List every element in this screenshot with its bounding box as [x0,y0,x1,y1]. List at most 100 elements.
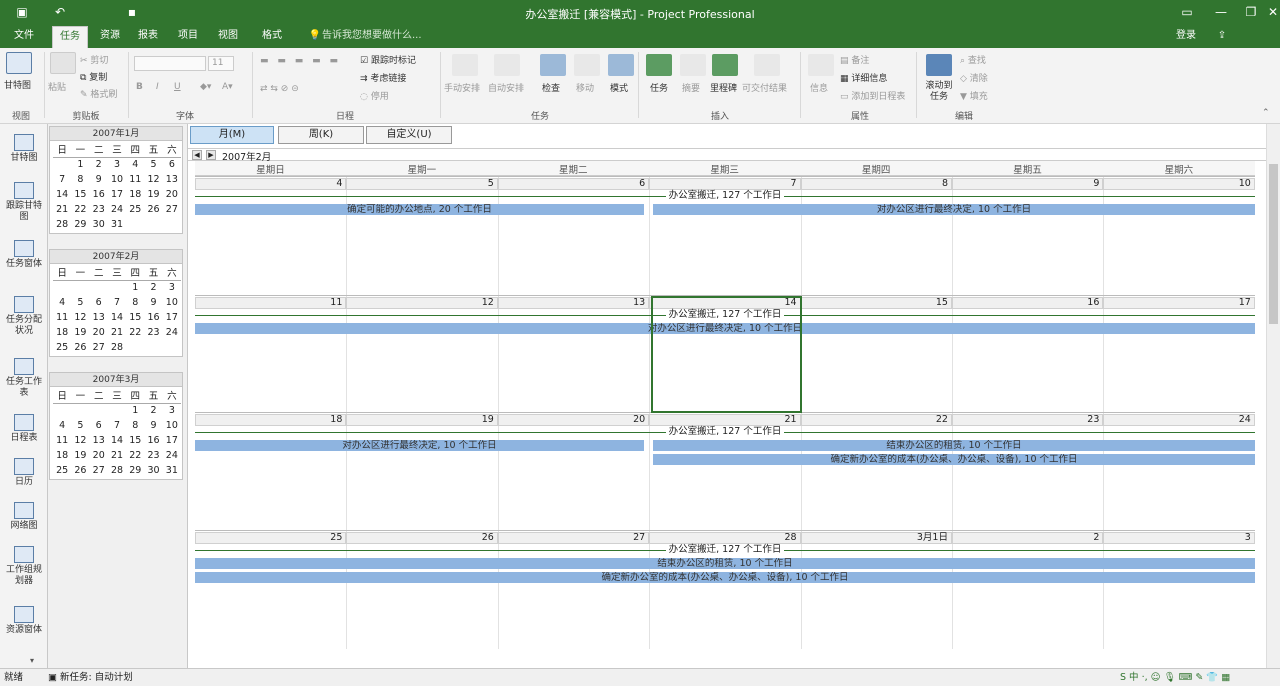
share-icon[interactable]: ⇪ [1212,26,1232,48]
date-cell[interactable]: 6 [497,178,650,190]
day-cell[interactable]: 16 [144,433,162,448]
day-cell[interactable]: 20 [90,448,108,463]
day-cell[interactable]: 18 [53,325,71,340]
day-cell[interactable]: 8 [126,295,144,310]
day-cell[interactable]: 13 [90,310,108,325]
date-cell[interactable]: 27 [497,532,650,544]
day-cell[interactable]: 7 [108,295,126,310]
day-cell[interactable]: 15 [126,310,144,325]
view-team-planner[interactable]: 工作组规划器 [4,546,44,587]
paste-icon[interactable] [50,52,76,74]
date-cell[interactable]: 25 [195,532,347,544]
day-cell[interactable]: 28 [108,340,126,355]
day-cell[interactable]: 6 [90,418,108,433]
task-bar[interactable]: 对办公区进行最终决定, 10 个工作日 [195,440,644,451]
day-cell[interactable]: 16 [144,310,162,325]
day-cell[interactable]: 20 [163,187,181,202]
date-cell[interactable]: 12 [346,297,498,309]
day-cell[interactable]: 13 [90,433,108,448]
task-bar[interactable]: 确定可能的办公地点, 20 个工作日 [195,204,644,215]
tab-project[interactable]: 项目 [170,26,206,48]
day-cell[interactable]: 23 [90,202,108,217]
percent-complete-icons[interactable]: ▬ ▬ ▬ ▬ ▬ [260,56,341,66]
date-cell[interactable]: 4 [195,178,347,190]
day-cell[interactable]: 29 [126,463,144,478]
sign-in-link[interactable]: 登录 [1166,26,1206,48]
date-cell[interactable]: 16 [952,297,1104,309]
details-button[interactable]: ▦ 详细信息 [840,71,887,84]
move-button[interactable]: 移动 [576,81,594,94]
date-cell[interactable]: 7 [649,178,801,190]
auto-schedule-icon[interactable] [494,54,520,76]
date-cell[interactable]: 2 [952,532,1104,544]
day-cell[interactable]: 15 [71,187,89,202]
view-resource-form[interactable]: 资源窗体 [4,606,44,636]
week-view-button[interactable]: 周(K) [278,126,364,144]
date-cell[interactable]: 26 [346,532,498,544]
day-cell[interactable]: 3 [163,280,181,295]
day-cell[interactable]: 29 [71,217,89,232]
day-cell[interactable]: 2 [90,157,108,172]
day-cell[interactable]: 7 [53,172,71,187]
tab-task[interactable]: 任务 [52,26,88,48]
day-cell[interactable]: 24 [163,448,181,463]
day-cell[interactable]: 10 [163,295,181,310]
day-cell[interactable]: 4 [126,157,144,172]
day-cell[interactable]: 11 [53,310,71,325]
day-cell[interactable]: 24 [163,325,181,340]
day-cell[interactable]: 31 [163,463,181,478]
day-cell[interactable]: 25 [53,340,71,355]
day-cell[interactable]: 18 [53,448,71,463]
find-button[interactable]: ⌕ 查找 [960,53,986,66]
tab-format[interactable]: 格式 [254,26,290,48]
input-method-icon[interactable]: S 中 ·, ☺ 🎙 ⌨ ✎ 👕 ▦ [1120,669,1230,686]
view-calendar[interactable]: 日历 [4,458,44,488]
tab-resource[interactable]: 资源 [92,26,128,48]
new-task-mode[interactable]: 新任务: 自动计划 [60,669,133,686]
day-cell[interactable]: 22 [126,325,144,340]
ribbon-options-icon[interactable]: ▭ [1172,2,1202,22]
inactivate-button[interactable]: ◌ 停用 [360,89,389,102]
day-cell[interactable]: 13 [163,172,181,187]
day-cell[interactable]: 26 [71,463,89,478]
paste-button[interactable]: 粘贴 [48,80,66,93]
view-tracking-gantt[interactable]: 跟踪甘特图 [4,182,44,223]
font-name-box[interactable] [134,56,206,71]
selected-day[interactable] [651,296,802,413]
inspect-icon[interactable] [540,54,566,76]
day-cell[interactable]: 26 [71,340,89,355]
day-cell[interactable]: 21 [108,448,126,463]
scroll-thumb[interactable] [1269,164,1278,324]
day-cell[interactable]: 25 [126,202,144,217]
day-cell[interactable]: 15 [126,433,144,448]
day-cell[interactable]: 19 [71,325,89,340]
date-cell[interactable]: 15 [800,297,952,309]
day-cell[interactable]: 2 [144,280,162,295]
day-cell[interactable]: 9 [90,172,108,187]
move-icon[interactable] [574,54,600,76]
deliverable-icon[interactable] [754,54,780,76]
auto-schedule-button[interactable]: 自动安排 [488,81,524,94]
day-cell[interactable]: 21 [108,325,126,340]
highlight-icon[interactable]: ◆▾ [200,82,211,92]
scroll-to-task-button[interactable]: 滚动到任务 [922,81,956,103]
fill-button[interactable]: ▼ 填充 [960,89,988,102]
day-cell[interactable]: 20 [90,325,108,340]
day-cell[interactable]: 8 [71,172,89,187]
date-cell[interactable]: 20 [497,414,650,426]
summary-button[interactable]: 摘要 [682,81,700,94]
day-cell[interactable]: 27 [163,202,181,217]
task-insert-button[interactable]: 任务 [650,81,668,94]
day-cell[interactable]: 28 [108,463,126,478]
day-cell[interactable]: 17 [163,310,181,325]
clear-button[interactable]: ◇ 清除 [960,71,988,84]
day-cell[interactable]: 14 [108,433,126,448]
inspect-button[interactable]: 检查 [542,81,560,94]
day-cell[interactable]: 16 [90,187,108,202]
day-cell[interactable]: 9 [144,295,162,310]
prev-month-button[interactable]: ◀ [192,150,202,160]
day-cell[interactable]: 10 [163,418,181,433]
day-cell[interactable]: 17 [108,187,126,202]
information-button[interactable]: 信息 [810,81,828,94]
scroll-down-icon[interactable]: ▾ [30,656,34,665]
